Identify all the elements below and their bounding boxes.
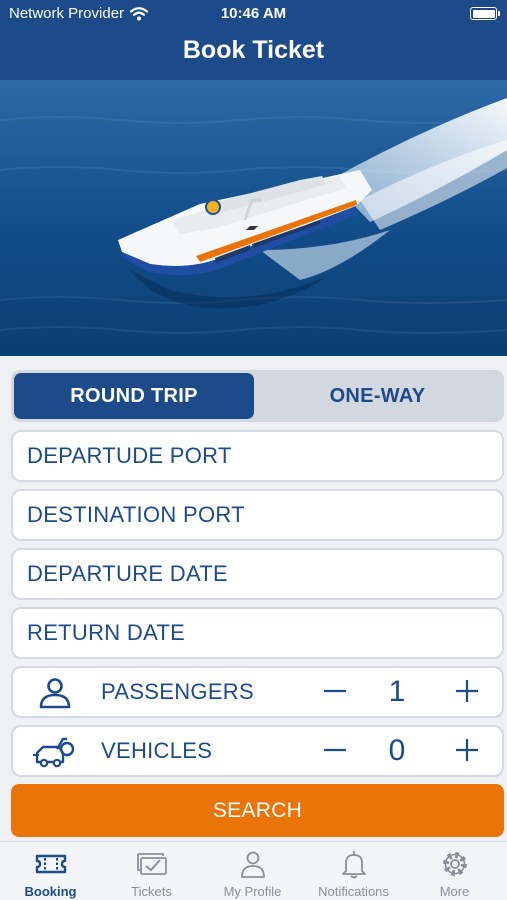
- clock: 10:46 AM: [220, 5, 287, 22]
- search-button[interactable]: SEARCH: [11, 784, 504, 837]
- tab-notifications-label: Notifications: [318, 884, 389, 899]
- vehicles-icon: [33, 737, 75, 768]
- minus-icon: [324, 689, 346, 692]
- return-date-field[interactable]: RETURN DATE: [11, 607, 504, 659]
- hero-image: [0, 80, 507, 356]
- trip-type-toggle: ROUND TRIP ONE-WAY: [11, 370, 504, 422]
- person-icon: [39, 678, 71, 709]
- battery-icon: [470, 7, 500, 20]
- destination-port-field[interactable]: DESTINATION PORT: [11, 489, 504, 541]
- tickets-icon: [137, 853, 167, 875]
- vehicles-count: 0: [388, 734, 406, 767]
- profile-icon: [241, 851, 265, 878]
- tab-one-way[interactable]: ONE-WAY: [254, 373, 501, 419]
- vehicles-label: VEHICLES: [101, 738, 213, 763]
- vehicles-decrement-button[interactable]: [315, 727, 355, 775]
- bell-icon: [342, 851, 366, 879]
- passengers-count: 1: [388, 675, 406, 708]
- departure-port-field[interactable]: DEPARTUDE PORT: [11, 430, 504, 482]
- tab-more-label: More: [439, 884, 470, 899]
- gear-icon: [443, 852, 467, 876]
- tab-bar: Booking Tickets My Profile Notifications: [0, 841, 507, 900]
- tab-tickets-label: Tickets: [131, 884, 172, 899]
- minus-icon: [324, 748, 346, 751]
- status-bar: Network Provider 10:46 AM: [0, 0, 507, 28]
- vehicles-stepper: VEHICLES 0: [11, 725, 504, 777]
- departure-date-field[interactable]: DEPARTURE DATE: [11, 548, 504, 600]
- passengers-decrement-button[interactable]: [315, 668, 355, 716]
- tab-tickets[interactable]: Tickets: [101, 842, 202, 900]
- tab-booking[interactable]: Booking: [0, 842, 101, 900]
- tab-my-profile-label: My Profile: [223, 884, 282, 899]
- page-title: Book Ticket: [0, 28, 507, 80]
- ticket-icon: [35, 854, 67, 874]
- passengers-increment-button[interactable]: [447, 668, 487, 716]
- passengers-stepper: PASSENGERS 1: [11, 666, 504, 718]
- ferry-photo: [0, 80, 507, 356]
- tab-more[interactable]: More: [404, 842, 505, 900]
- vehicles-increment-button[interactable]: [447, 727, 487, 775]
- passengers-label: PASSENGERS: [101, 679, 254, 704]
- tab-notifications[interactable]: Notifications: [303, 842, 404, 900]
- tab-round-trip[interactable]: ROUND TRIP: [14, 373, 254, 419]
- plus-icon: [456, 738, 478, 761]
- plus-icon: [456, 679, 478, 702]
- tab-booking-label: Booking: [24, 884, 77, 899]
- tab-my-profile[interactable]: My Profile: [202, 842, 303, 900]
